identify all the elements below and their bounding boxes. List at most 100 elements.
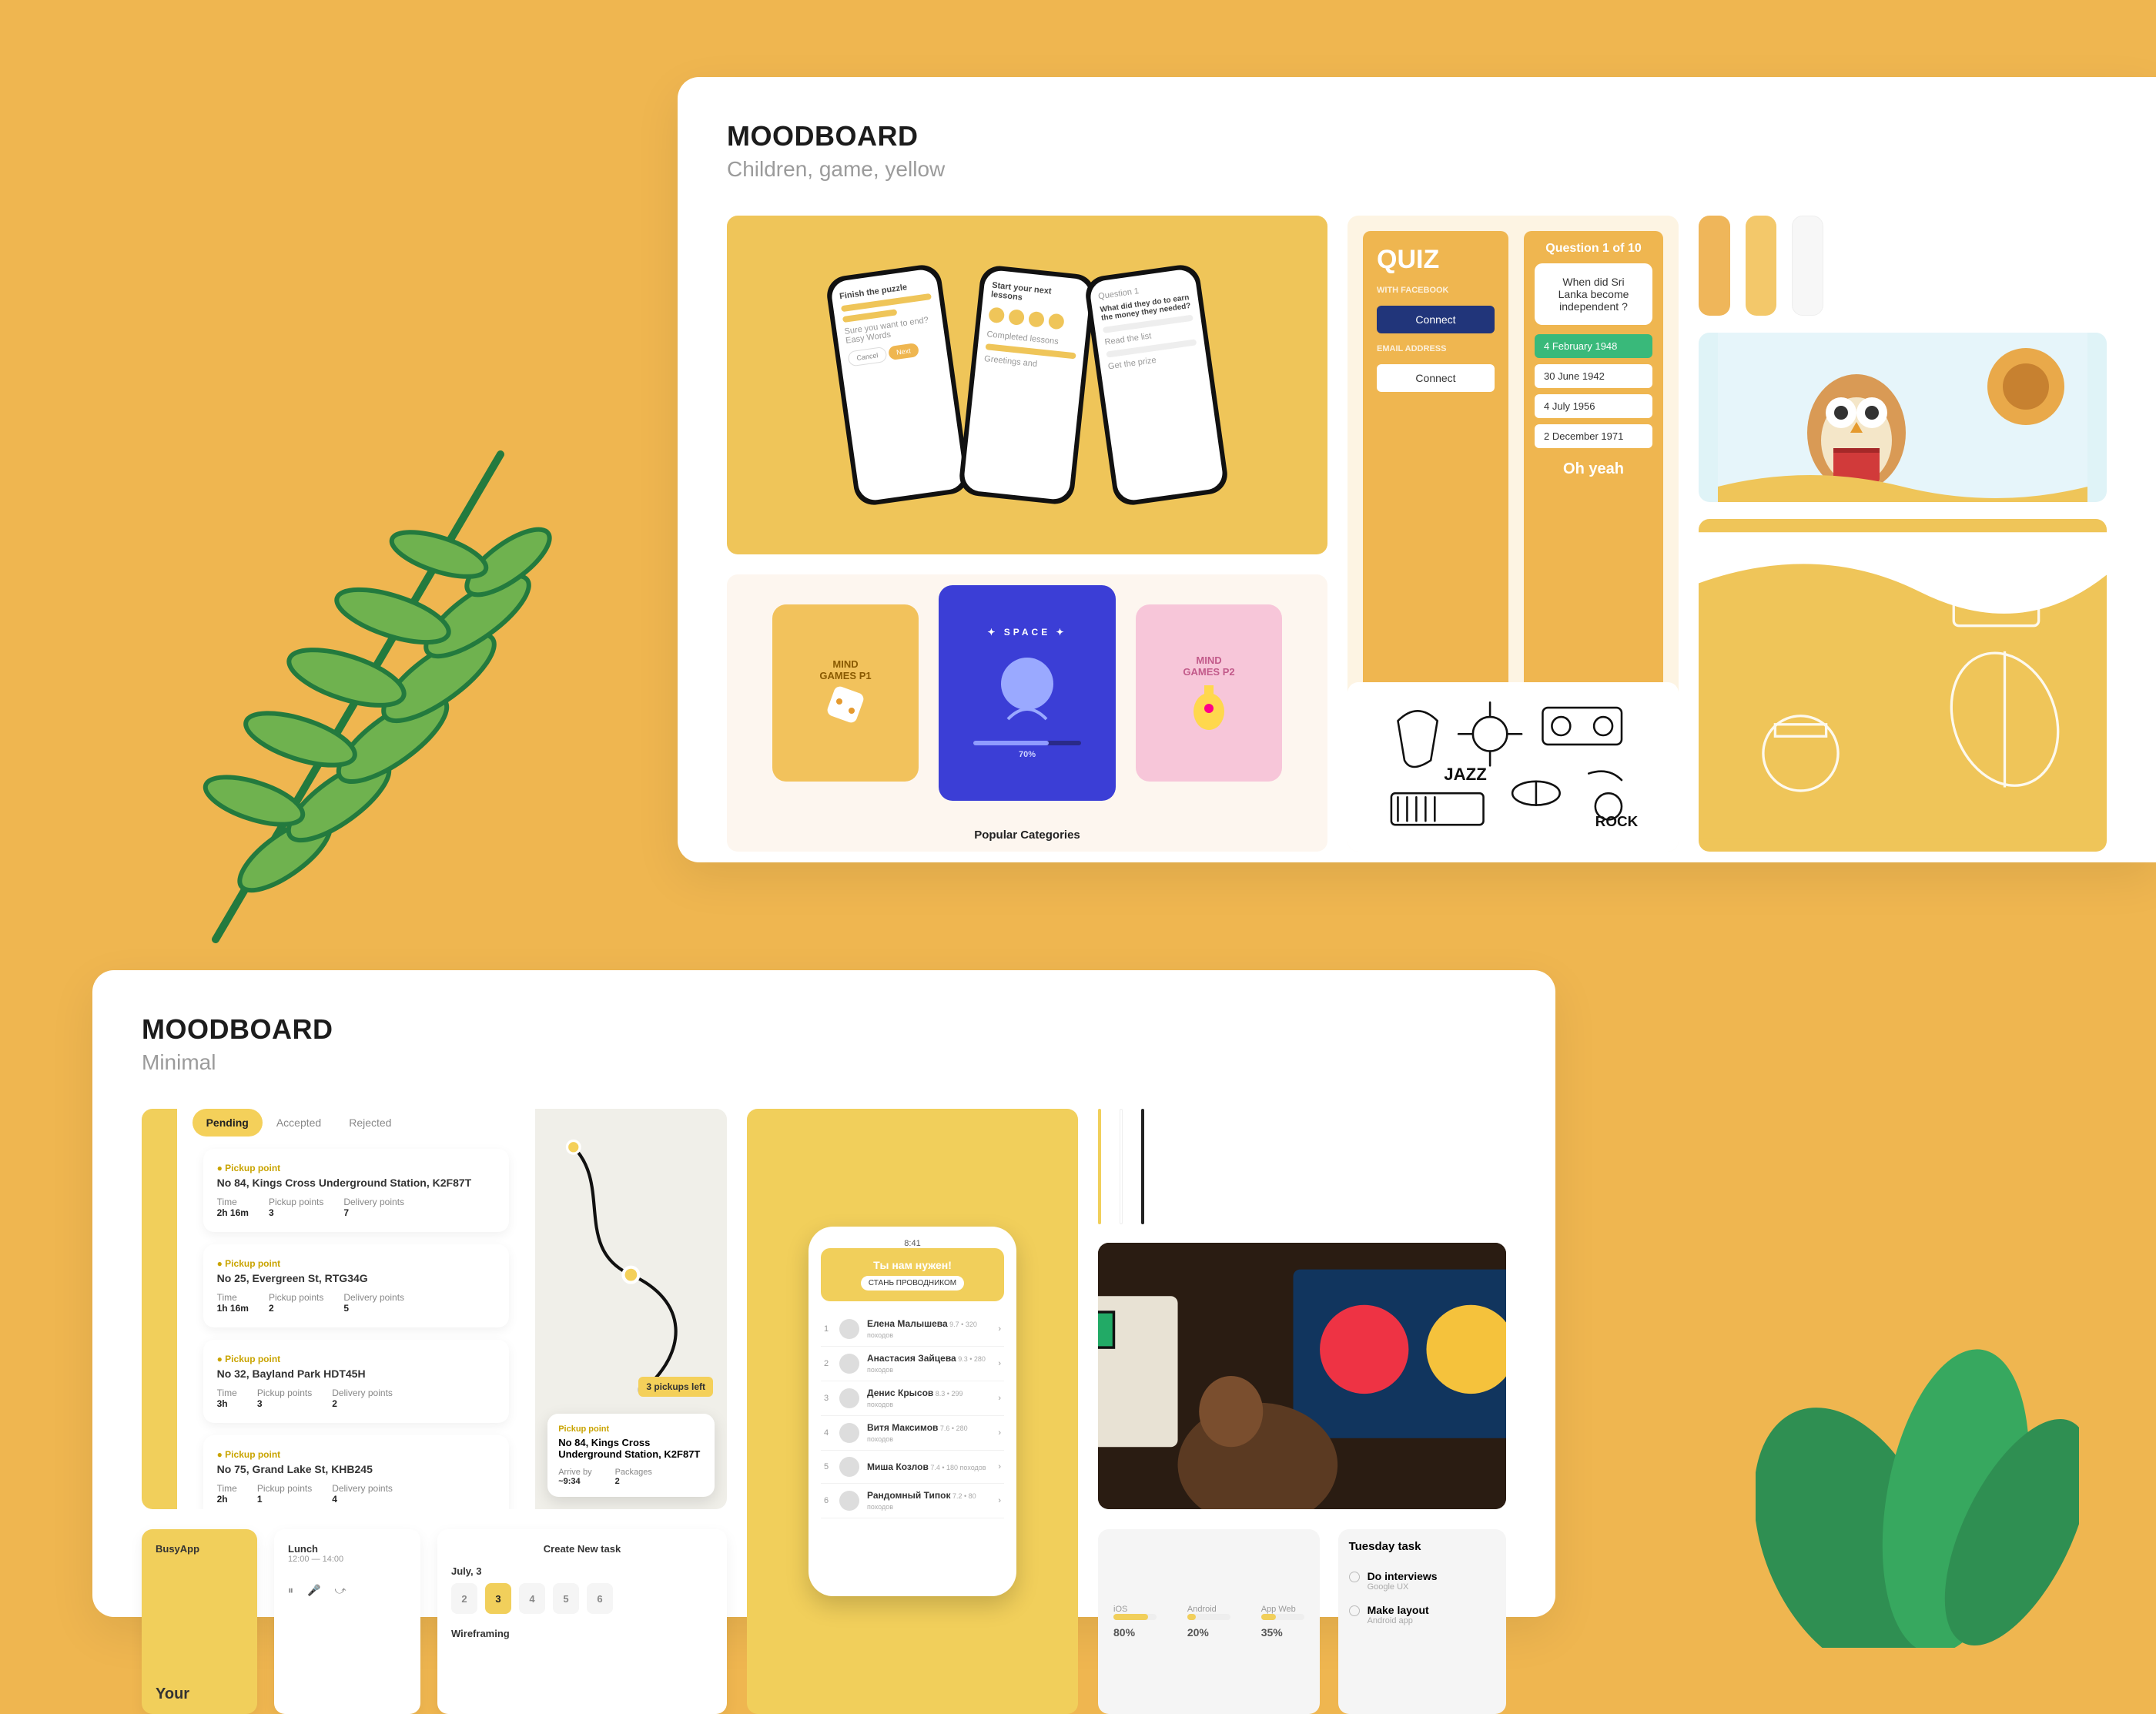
pickup-card[interactable]: ● Pickup point No 25, Evergreen St, RTG3… bbox=[203, 1244, 510, 1327]
bar-pct: 35% bbox=[1261, 1626, 1304, 1639]
task-item[interactable]: Do interviewsGoogle UX bbox=[1349, 1564, 1495, 1598]
tile-delivery-app[interactable]: Pending Accepted Rejected ● Pickup point… bbox=[142, 1109, 727, 1509]
task-item[interactable]: Make layoutAndroid app bbox=[1349, 1598, 1495, 1632]
next-icon: ⤻ bbox=[334, 1584, 346, 1597]
bar-label: iOS bbox=[1113, 1605, 1157, 1614]
tile-phone-mockups[interactable]: Finish the puzzle Sure you want to end? … bbox=[727, 216, 1327, 554]
day-pill[interactable]: 6 bbox=[587, 1583, 613, 1614]
bar-label: Android bbox=[1187, 1605, 1230, 1614]
tile-bars-tasks: iOS 80% Android 20% App Web 35% Tuesday tas… bbox=[1098, 1529, 1506, 1714]
game-card-label: SPACE bbox=[1004, 627, 1050, 638]
tile-leaderboard-phone[interactable]: 8:41 Ты нам нужен! СТАНЬ ПРОВОДНИКОМ 1 Е… bbox=[747, 1109, 1078, 1714]
phone1-next: Next bbox=[888, 343, 919, 360]
bar-label: App Web bbox=[1261, 1605, 1304, 1614]
pkg-val: 2 bbox=[615, 1477, 620, 1486]
tasks-card[interactable]: Tuesday task Do interviewsGoogle UXMake … bbox=[1338, 1529, 1506, 1714]
progress-bars-card[interactable]: iOS 80% Android 20% App Web 35% bbox=[1098, 1529, 1320, 1714]
tile-mind-games[interactable]: MIND GAMES P1 ✦ SPACE ✦ 70% MIND GAMES P… bbox=[727, 574, 1327, 852]
tile-swatch-column bbox=[1699, 216, 2107, 852]
tab-accepted[interactable]: Accepted bbox=[263, 1109, 335, 1137]
wireframing-label: Wireframing bbox=[451, 1628, 713, 1639]
create-task-title: Create New task bbox=[451, 1543, 713, 1555]
leader-row[interactable]: 1 Елена Малышева 9.7 • 320 походов› bbox=[821, 1312, 1004, 1347]
swatch[interactable] bbox=[1120, 1109, 1123, 1224]
quiz-answer-correct: 4 February 1948 bbox=[1535, 334, 1652, 358]
panel-title: MOODBOARD bbox=[727, 120, 2107, 152]
leader-row[interactable]: 3 Денис Крысов 8.3 • 299 походов› bbox=[821, 1381, 1004, 1416]
moodboard-bottom-panel: MOODBOARD Minimal Pending Accepted Rejec… bbox=[92, 970, 1555, 1617]
leader-banner-title: Ты нам нужен! bbox=[832, 1259, 993, 1271]
panel-title: MOODBOARD bbox=[142, 1013, 1506, 1046]
phone2-title: Start your next lessons bbox=[990, 281, 1052, 303]
lunch-card[interactable]: Lunch 12:00 — 14:00 ⏸ 🎤 ⤻ bbox=[274, 1529, 420, 1714]
tile-owl-illustration[interactable] bbox=[1699, 333, 2107, 502]
swatch[interactable] bbox=[1699, 216, 1730, 316]
game-card-label: MIND GAMES P1 bbox=[819, 658, 871, 681]
day-pill[interactable]: 4 bbox=[519, 1583, 545, 1614]
quiz-login-email: Connect bbox=[1377, 364, 1495, 392]
quiz-brand: QUIZ bbox=[1377, 245, 1495, 275]
pkg-label: Packages bbox=[615, 1468, 652, 1477]
quiz-fb-label: WITH FACEBOOK bbox=[1377, 286, 1495, 295]
panel-subtitle: Minimal bbox=[142, 1050, 1506, 1075]
bar-pct: 20% bbox=[1187, 1626, 1230, 1639]
pickups-left-badge: 3 pickups left bbox=[638, 1377, 713, 1397]
quiz-login-fb: Connect bbox=[1377, 306, 1495, 333]
leader-row[interactable]: 2 Анастасия Зайцева 9.3 • 280 походов› bbox=[821, 1347, 1004, 1381]
tile-music-illustration[interactable] bbox=[1699, 519, 2107, 852]
your-label: Your bbox=[156, 1686, 189, 1703]
leader-row[interactable]: 6 Рандомный Типок 7.2 • 80 походов› bbox=[821, 1484, 1004, 1518]
pickup-card[interactable]: ● Pickup point No 32, Bayland Park HDT45… bbox=[203, 1340, 510, 1423]
tile-swatch-photo-column bbox=[1098, 1109, 1506, 1509]
tasks-heading: Tuesday task bbox=[1349, 1540, 1495, 1553]
busyapp-card[interactable]: BusyApp Your bbox=[142, 1529, 257, 1714]
decorative-leaf-right bbox=[1756, 1247, 2079, 1648]
panel-subtitle: Children, game, yellow bbox=[727, 157, 2107, 182]
date-label: July, 3 bbox=[451, 1565, 713, 1577]
map-float-card: Pickup point No 84, Kings Cross Undergro… bbox=[547, 1414, 715, 1497]
arrive-val: ~9:34 bbox=[558, 1477, 580, 1486]
pickup-card[interactable]: ● Pickup point No 84, Kings Cross Underg… bbox=[203, 1149, 510, 1232]
quiz-answer: 4 July 1956 bbox=[1535, 394, 1652, 418]
phone1-cancel: Cancel bbox=[847, 346, 887, 367]
swatch[interactable] bbox=[1141, 1109, 1144, 1224]
leader-row[interactable]: 4 Витя Максимов 7.6 • 280 походов› bbox=[821, 1416, 1004, 1451]
arrive-label: Arrive by bbox=[558, 1468, 591, 1477]
swatch[interactable] bbox=[1098, 1109, 1101, 1224]
day-pill[interactable]: 5 bbox=[553, 1583, 579, 1614]
game-card-label: MIND GAMES P2 bbox=[1183, 654, 1234, 678]
lunch-time: 12:00 — 14:00 bbox=[288, 1555, 407, 1564]
tab-pending[interactable]: Pending bbox=[192, 1109, 263, 1137]
pickup-label: Pickup point bbox=[558, 1424, 704, 1434]
create-task-card[interactable]: Create New task July, 3 23456 Wireframin… bbox=[437, 1529, 727, 1714]
quiz-question: When did Sri Lanka become independent ? bbox=[1535, 263, 1652, 325]
mic-icon: 🎤 bbox=[307, 1584, 320, 1597]
decorative-leaf-left bbox=[169, 370, 570, 970]
tile-mix-row: BusyApp Your Lunch 12:00 — 14:00 ⏸ 🎤 ⤻ C… bbox=[142, 1529, 727, 1714]
quiz-answer: 30 June 1942 bbox=[1535, 364, 1652, 388]
swatch[interactable] bbox=[1792, 216, 1823, 316]
doodle-rock-text: ROCK bbox=[1595, 813, 1639, 829]
pause-icon: ⏸ bbox=[288, 1584, 293, 1597]
pickup-card[interactable]: ● Pickup point No 75, Grand Lake St, KHB… bbox=[203, 1435, 510, 1509]
leader-row[interactable]: 5 Миша Козлов 7.4 • 180 походов› bbox=[821, 1451, 1004, 1484]
quiz-qnum: Question 1 of 10 bbox=[1535, 242, 1652, 256]
tile-photo-museum[interactable] bbox=[1098, 1243, 1506, 1509]
bar-pct: 80% bbox=[1113, 1626, 1157, 1639]
game-progress: 70% bbox=[1019, 750, 1036, 759]
busyapp-label: BusyApp bbox=[156, 1543, 243, 1555]
day-pill[interactable]: 3 bbox=[485, 1583, 511, 1614]
day-pill[interactable]: 2 bbox=[451, 1583, 477, 1614]
moodboard-bottom-gallery: Pending Accepted Rejected ● Pickup point… bbox=[142, 1109, 1506, 1714]
popular-categories-label: Popular Categories bbox=[974, 829, 1080, 842]
lunch-title: Lunch bbox=[288, 1543, 318, 1555]
tab-rejected[interactable]: Rejected bbox=[335, 1109, 405, 1137]
moodboard-top-gallery: Finish the puzzle Sure you want to end? … bbox=[727, 216, 2107, 852]
quiz-cheer: Oh yeah bbox=[1535, 460, 1652, 478]
quiz-answer: 2 December 1971 bbox=[1535, 424, 1652, 448]
tile-music-doodle[interactable]: JAZZ ROCK bbox=[1348, 682, 1679, 852]
leader-banner-btn: СТАНЬ ПРОВОДНИКОМ bbox=[861, 1276, 964, 1291]
phone-clock: 8:41 bbox=[821, 1239, 1004, 1248]
swatch[interactable] bbox=[1746, 216, 1777, 316]
mapcard-addr: No 84, Kings Cross Underground Station, … bbox=[558, 1437, 704, 1460]
